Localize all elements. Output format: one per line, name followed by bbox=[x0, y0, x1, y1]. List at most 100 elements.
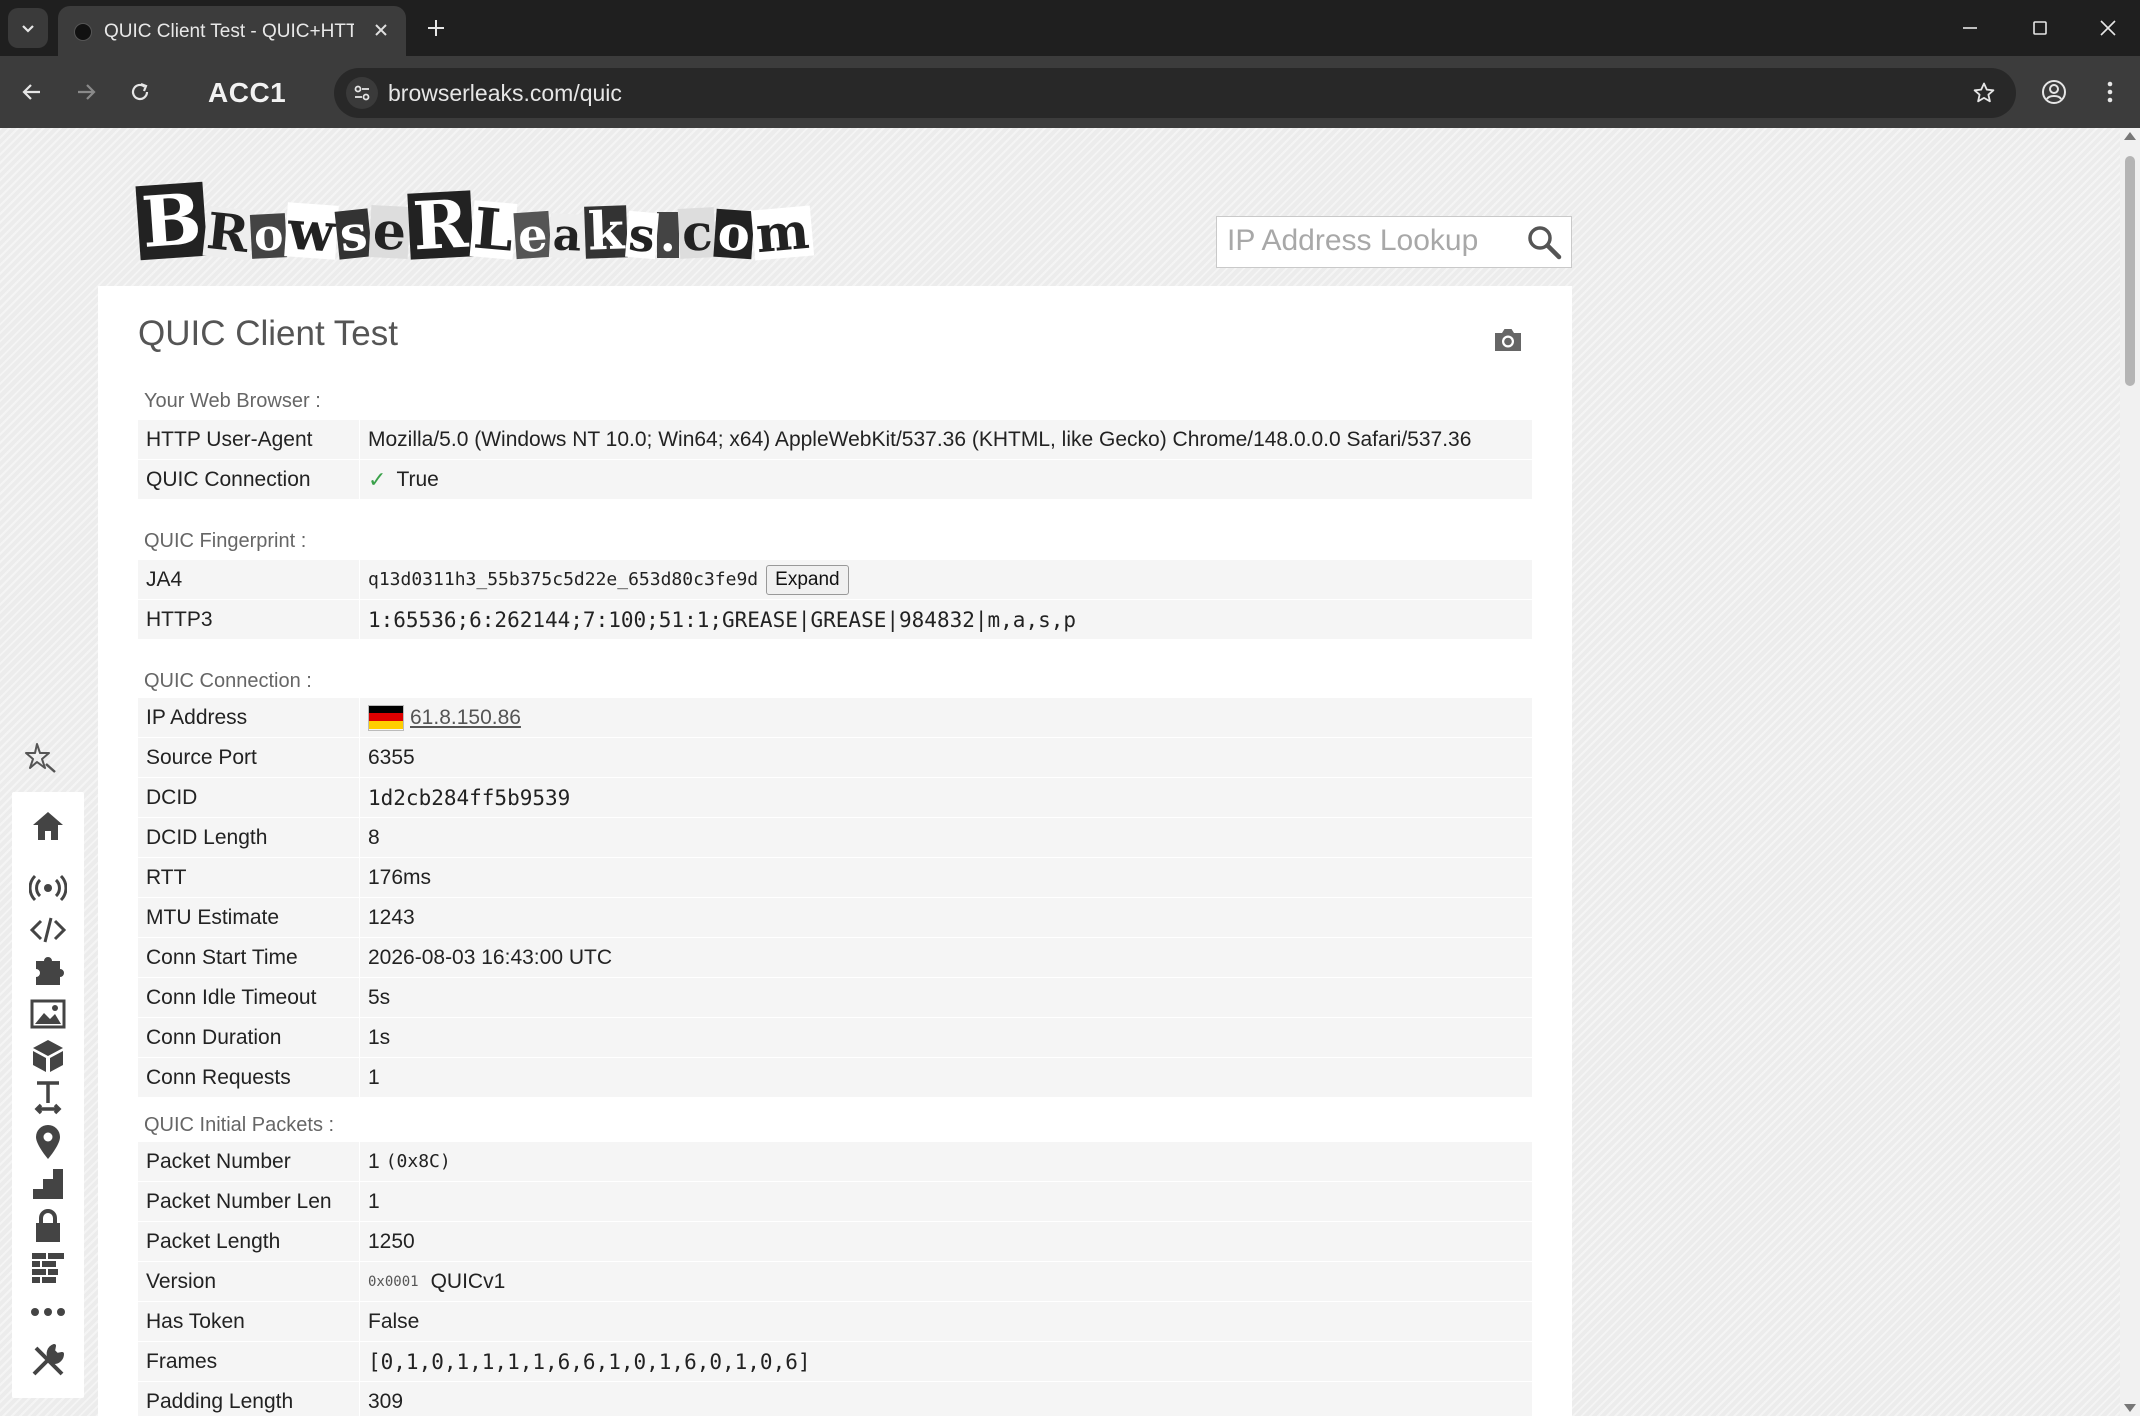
packet-number-value: 1 bbox=[368, 1149, 380, 1173]
arrow-left-icon bbox=[22, 84, 40, 100]
row-key: HTTP User-Agent bbox=[138, 420, 360, 459]
row-value: 1 bbox=[368, 1189, 380, 1213]
url-text[interactable]: browserleaks.com/quic bbox=[388, 80, 622, 107]
row-key: Padding Length bbox=[138, 1382, 360, 1416]
text-height-icon[interactable] bbox=[26, 1078, 70, 1118]
favicon-icon bbox=[74, 23, 92, 41]
tools-icon[interactable] bbox=[26, 1340, 70, 1380]
table-row: Conn Idle Timeout 5s bbox=[138, 978, 1532, 1018]
table-row: MTU Estimate 1243 bbox=[138, 898, 1532, 938]
reload-icon bbox=[131, 82, 149, 101]
packet-number-hex: (0x8C) bbox=[385, 1151, 451, 1172]
browser-toolbar: ACC1 browserleaks.com/quic bbox=[0, 56, 2140, 128]
close-icon bbox=[375, 24, 387, 36]
table-row: HTTP3 1:65536;6:262144;7:100;51:1;GREASE… bbox=[138, 600, 1532, 640]
row-key: DCID bbox=[138, 778, 360, 817]
pin-sidebar-button[interactable] bbox=[22, 738, 60, 776]
ja4-value: q13d0311h3_55b375c5d22e_653d80c3fe9d bbox=[368, 569, 759, 590]
packets-table: Packet Number 1 (0x8C) Packet Number Len… bbox=[138, 1142, 1532, 1416]
cube-icon[interactable] bbox=[26, 1036, 70, 1076]
table-row: Padding Length 309 bbox=[138, 1382, 1532, 1416]
chart-steps-icon[interactable] bbox=[26, 1164, 70, 1204]
row-value: 1d2cb284ff5b9539 bbox=[368, 785, 571, 810]
row-value: [0,1,0,1,1,1,1,6,6,1,0,1,6,0,1,0,6] bbox=[368, 1349, 811, 1374]
puzzle-icon[interactable] bbox=[26, 952, 70, 992]
arrow-right-icon bbox=[78, 84, 96, 100]
row-key: JA4 bbox=[138, 560, 360, 599]
table-row: Packet Number Len 1 bbox=[138, 1182, 1532, 1222]
maximize-button[interactable] bbox=[2020, 8, 2060, 48]
connection-table: IP Address 61.8.150.86 Source Port 6355 … bbox=[138, 698, 1532, 1098]
image-icon[interactable] bbox=[26, 994, 70, 1034]
reload-button[interactable] bbox=[122, 74, 158, 110]
table-row: RTT 176ms bbox=[138, 858, 1532, 898]
row-value: Mozilla/5.0 (Windows NT 10.0; Win64; x64… bbox=[368, 427, 1472, 451]
home-icon[interactable] bbox=[26, 806, 70, 846]
row-value: 0x0001 QUICv1 bbox=[360, 1262, 505, 1301]
active-tab[interactable]: QUIC Client Test - QUIC+HTTP/ bbox=[58, 6, 406, 56]
new-tab-button[interactable] bbox=[420, 12, 452, 44]
row-key: DCID Length bbox=[138, 818, 360, 857]
ip-lookup-input[interactable] bbox=[1217, 217, 1517, 265]
location-pin-icon[interactable] bbox=[26, 1122, 70, 1162]
scroll-down-arrow-icon[interactable] bbox=[2124, 1404, 2136, 1412]
row-value: False bbox=[368, 1309, 420, 1333]
site-info-button[interactable] bbox=[346, 77, 378, 109]
table-row: IP Address 61.8.150.86 bbox=[138, 698, 1532, 738]
firewall-icon[interactable] bbox=[26, 1248, 70, 1288]
page-scrollbar[interactable] bbox=[2120, 128, 2140, 1416]
row-value: 1 bbox=[368, 1065, 380, 1089]
scrollbar-thumb[interactable] bbox=[2125, 156, 2135, 386]
row-value: 8 bbox=[368, 825, 380, 849]
bookmark-button[interactable] bbox=[1970, 79, 1998, 107]
table-row: Source Port 6355 bbox=[138, 738, 1532, 778]
row-key: Version bbox=[138, 1262, 360, 1301]
table-row: DCID Length 8 bbox=[138, 818, 1532, 858]
profile-button[interactable] bbox=[2036, 74, 2072, 110]
version-value: QUICv1 bbox=[430, 1269, 506, 1293]
more-vertical-icon bbox=[2107, 81, 2113, 103]
row-key: Has Token bbox=[138, 1302, 360, 1341]
tools-sidebar bbox=[12, 792, 84, 1398]
fingerprint-table: JA4 q13d0311h3_55b375c5d22e_653d80c3fe9d… bbox=[138, 560, 1532, 640]
table-row: JA4 q13d0311h3_55b375c5d22e_653d80c3fe9d… bbox=[138, 560, 1532, 600]
account-icon bbox=[2042, 80, 2066, 104]
window-close-button[interactable] bbox=[2088, 8, 2128, 48]
minimize-button[interactable] bbox=[1950, 8, 1990, 48]
section-title-fingerprint: QUIC Fingerprint : bbox=[144, 530, 307, 552]
site-logo[interactable]: B R o w s e R L e a k s . c o m bbox=[135, 158, 815, 265]
row-key: Conn Duration bbox=[138, 1018, 360, 1057]
row-key: QUIC Connection bbox=[138, 460, 360, 499]
row-key: Frames bbox=[138, 1342, 360, 1381]
ip-address-link[interactable]: 61.8.150.86 bbox=[410, 706, 521, 730]
close-icon bbox=[2100, 20, 2116, 36]
version-hex: 0x0001 bbox=[368, 1273, 419, 1290]
more-icon[interactable] bbox=[26, 1292, 70, 1332]
code-icon[interactable] bbox=[26, 910, 70, 950]
row-value: 6355 bbox=[368, 745, 415, 769]
row-key: Packet Number Len bbox=[138, 1182, 360, 1221]
row-value: ✓ True bbox=[360, 460, 439, 499]
tab-search-button[interactable] bbox=[8, 8, 48, 48]
tab-close-button[interactable] bbox=[370, 19, 392, 41]
ip-lookup-search bbox=[1216, 216, 1572, 268]
lock-icon[interactable] bbox=[26, 1206, 70, 1246]
row-key: IP Address bbox=[138, 698, 360, 737]
forward-button[interactable] bbox=[68, 74, 104, 110]
check-icon: ✓ bbox=[368, 466, 387, 492]
back-button[interactable] bbox=[14, 74, 50, 110]
row-value: 1243 bbox=[368, 905, 415, 929]
search-button[interactable] bbox=[1525, 223, 1563, 261]
table-row: Packet Length 1250 bbox=[138, 1222, 1532, 1262]
row-value: 1 (0x8C) bbox=[360, 1142, 451, 1181]
section-title-packets: QUIC Initial Packets : bbox=[144, 1114, 335, 1136]
table-row: QUIC Connection ✓ True bbox=[138, 460, 1532, 500]
screenshot-button[interactable] bbox=[1490, 324, 1526, 356]
browser-menu-button[interactable] bbox=[2092, 74, 2128, 110]
broadcast-icon[interactable] bbox=[26, 868, 70, 908]
table-row: Version 0x0001 QUICv1 bbox=[138, 1262, 1532, 1302]
pin-icon bbox=[25, 743, 56, 773]
expand-button[interactable]: Expand bbox=[766, 564, 849, 595]
scroll-up-arrow-icon[interactable] bbox=[2124, 132, 2136, 140]
address-bar[interactable]: browserleaks.com/quic bbox=[334, 68, 2016, 118]
